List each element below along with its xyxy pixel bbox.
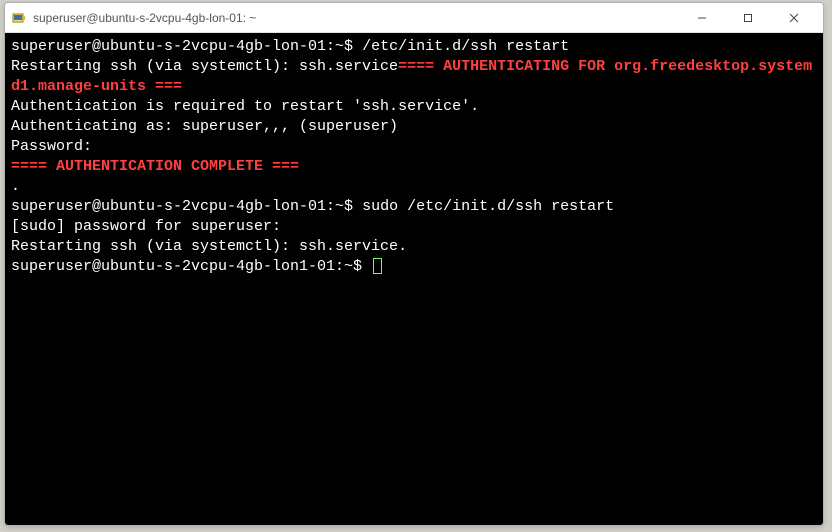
- output-text: Restarting ssh (via systemctl): ssh.serv…: [11, 58, 398, 75]
- shell-prompt: superuser@ubuntu-s-2vcpu-4gb-lon1-01:~$: [11, 258, 371, 275]
- putty-icon: [11, 10, 27, 26]
- minimize-button[interactable]: [679, 3, 725, 33]
- terminal-line: superuser@ubuntu-s-2vcpu-4gb-lon1-01:~$: [11, 257, 817, 277]
- terminal-line: Authentication is required to restart 's…: [11, 97, 817, 117]
- titlebar[interactable]: superuser@ubuntu-s-2vcpu-4gb-lon-01: ~: [5, 3, 823, 33]
- terminal-line: .: [11, 177, 817, 197]
- shell-prompt: superuser@ubuntu-s-2vcpu-4gb-lon-01:~$: [11, 38, 362, 55]
- close-button[interactable]: [771, 3, 817, 33]
- auth-complete-banner: ==== AUTHENTICATION COMPLETE ===: [11, 157, 817, 177]
- command-text: sudo /etc/init.d/ssh restart: [362, 198, 614, 215]
- command-text: /etc/init.d/ssh restart: [362, 38, 569, 55]
- cursor: [373, 258, 382, 274]
- terminal-line: superuser@ubuntu-s-2vcpu-4gb-lon-01:~$ s…: [11, 197, 817, 217]
- terminal-line: Password:: [11, 137, 817, 157]
- terminal-area[interactable]: superuser@ubuntu-s-2vcpu-4gb-lon-01:~$ /…: [5, 33, 823, 525]
- shell-prompt: superuser@ubuntu-s-2vcpu-4gb-lon-01:~$: [11, 198, 362, 215]
- terminal-line: Restarting ssh (via systemctl): ssh.serv…: [11, 237, 817, 257]
- window-title: superuser@ubuntu-s-2vcpu-4gb-lon-01: ~: [33, 11, 679, 25]
- putty-window: superuser@ubuntu-s-2vcpu-4gb-lon-01: ~ s…: [4, 2, 824, 526]
- terminal-line: [sudo] password for superuser:: [11, 217, 817, 237]
- terminal-line: Authenticating as: superuser,,, (superus…: [11, 117, 817, 137]
- terminal-line: superuser@ubuntu-s-2vcpu-4gb-lon-01:~$ /…: [11, 37, 817, 57]
- window-controls: [679, 3, 817, 33]
- maximize-button[interactable]: [725, 3, 771, 33]
- terminal-line: Restarting ssh (via systemctl): ssh.serv…: [11, 57, 817, 97]
